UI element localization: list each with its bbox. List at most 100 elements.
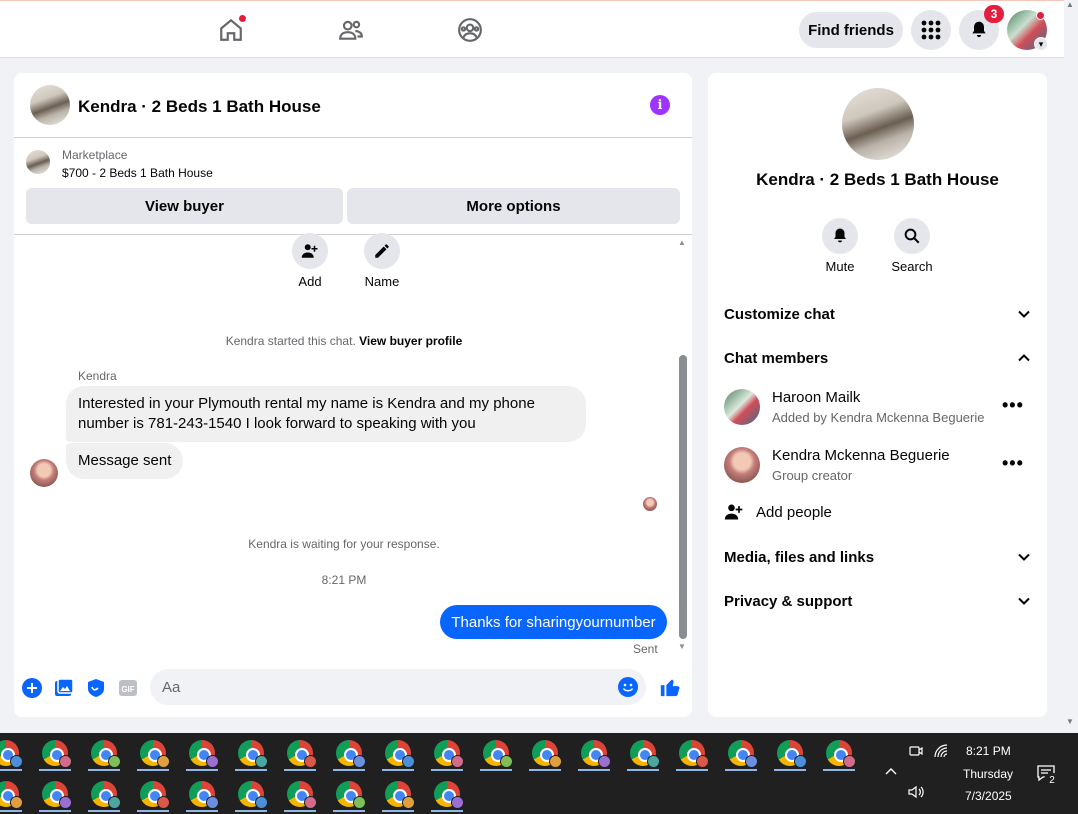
mute-label: Mute — [825, 259, 855, 274]
member-name[interactable]: Haroon Mailk — [772, 389, 860, 406]
chrome-profile-icon[interactable] — [133, 735, 173, 771]
chevron-up-icon[interactable] — [884, 765, 898, 782]
info-icon[interactable]: i — [650, 95, 670, 115]
view-buyer-profile-link[interactable]: View buyer profile — [359, 334, 462, 348]
divider — [14, 234, 692, 235]
chrome-profile-icon[interactable] — [525, 735, 565, 771]
wifi-icon[interactable] — [933, 743, 949, 762]
chrome-profile-icon[interactable] — [280, 776, 320, 812]
media-files-links-label: Media, files and links — [724, 548, 875, 566]
page-scroll-down-arrow[interactable]: ▼ — [1066, 717, 1074, 726]
chrome-profile-icon[interactable] — [329, 776, 369, 812]
svg-text:GIF: GIF — [121, 685, 134, 694]
chrome-profile-icon[interactable] — [133, 776, 173, 812]
more-horizontal-icon[interactable]: ••• — [1002, 453, 1024, 474]
chrome-profile-icon[interactable] — [0, 776, 26, 812]
add-person-icon — [724, 504, 743, 520]
clock-day[interactable]: Thursday — [963, 767, 1013, 781]
privacy-support-row[interactable]: Privacy & support — [724, 589, 1031, 613]
listing-thumbnail[interactable] — [26, 150, 50, 174]
chrome-profile-icon[interactable] — [0, 735, 26, 771]
plus-circle-icon[interactable] — [21, 677, 43, 699]
chrome-profile-icon[interactable] — [574, 735, 614, 771]
chrome-profile-icon[interactable] — [427, 735, 467, 771]
chrome-profile-icon[interactable] — [721, 735, 761, 771]
find-friends-button[interactable]: Find friends — [799, 12, 903, 48]
message-composer[interactable] — [150, 669, 646, 705]
menu-grid-icon[interactable] — [911, 10, 951, 50]
chat-scroll-down-arrow[interactable]: ▼ — [678, 642, 686, 651]
page-scroll-up-arrow[interactable]: ▲ — [1066, 0, 1074, 9]
chrome-profile-icon[interactable] — [378, 776, 418, 812]
chrome-profile-icon[interactable] — [378, 735, 418, 771]
view-buyer-button[interactable]: View buyer — [26, 188, 343, 224]
read-receipt-avatar — [643, 497, 657, 511]
chevron-down-icon — [1018, 553, 1030, 561]
incoming-message-bubble[interactable]: Interested in your Plymouth rental my na… — [66, 386, 586, 442]
member-name[interactable]: Kendra Mckenna Beguerie — [772, 447, 950, 464]
waiting-notice: Kendra is waiting for your response. — [248, 537, 440, 551]
member-avatar[interactable] — [724, 447, 760, 483]
customize-chat-row[interactable]: Customize chat — [724, 302, 1031, 326]
member-subtitle: Added by Kendra Mckenna Beguerie — [772, 410, 985, 425]
chat-started-text: Kendra started this chat. — [225, 334, 356, 348]
home-notification-dot — [238, 14, 247, 23]
chrome-profile-icon[interactable] — [84, 735, 124, 771]
sticker-icon[interactable] — [85, 677, 107, 699]
top-navigation-bar: Find friends 3 ▾ — [0, 0, 1064, 58]
camera-icon[interactable] — [908, 743, 924, 762]
chat-scroll-up-arrow[interactable]: ▲ — [678, 238, 686, 247]
add-action-label: Add — [298, 274, 322, 289]
chrome-profile-icon[interactable] — [84, 776, 124, 812]
sender-avatar[interactable] — [30, 459, 58, 487]
chrome-profile-icon[interactable] — [231, 776, 271, 812]
media-files-links-row[interactable]: Media, files and links — [724, 545, 1031, 569]
add-people-row[interactable]: Add people — [724, 502, 832, 522]
chrome-profile-icon[interactable] — [35, 735, 75, 771]
chat-avatar[interactable] — [30, 85, 70, 125]
chat-started-notice: Kendra started this chat. View buyer pro… — [14, 334, 674, 348]
chrome-profile-icon[interactable] — [182, 735, 222, 771]
chat-scrollbar-thumb[interactable] — [679, 355, 687, 639]
chrome-profile-icon[interactable] — [476, 735, 516, 771]
chrome-profile-icon[interactable] — [819, 735, 859, 771]
clock-time[interactable]: 8:21 PM — [966, 744, 1011, 758]
listing-price-title[interactable]: $700 - 2 Beds 1 Bath House — [62, 166, 213, 180]
chrome-profile-icon[interactable] — [427, 776, 467, 812]
incoming-message-bubble-2[interactable]: Message sent — [66, 443, 184, 479]
bell-icon[interactable] — [822, 218, 858, 254]
groups-icon[interactable] — [455, 15, 485, 45]
emoji-icon[interactable] — [618, 677, 638, 697]
chrome-profile-icon[interactable] — [182, 776, 222, 812]
chrome-profile-icon[interactable] — [672, 735, 712, 771]
chat-members-row[interactable]: Chat members — [724, 346, 1031, 370]
message-input[interactable] — [162, 669, 602, 705]
chrome-profile-icon[interactable] — [280, 735, 320, 771]
marketplace-label: Marketplace — [62, 148, 128, 162]
more-options-button[interactable]: More options — [347, 188, 680, 224]
more-horizontal-icon[interactable]: ••• — [1002, 395, 1024, 416]
photo-icon[interactable] — [53, 677, 75, 699]
chrome-profile-icon[interactable] — [231, 735, 271, 771]
chat-info-avatar[interactable] — [842, 88, 914, 160]
chrome-profile-icon[interactable] — [329, 735, 369, 771]
chevron-down-icon[interactable]: ▾ — [1034, 37, 1048, 51]
sender-name: Kendra — [78, 369, 117, 383]
pencil-icon[interactable] — [364, 233, 400, 269]
member-avatar[interactable] — [724, 389, 760, 425]
chrome-profile-icon[interactable] — [770, 735, 810, 771]
chrome-profile-icon[interactable] — [35, 776, 75, 812]
member-subtitle: Group creator — [772, 468, 853, 483]
chrome-profile-icon[interactable] — [623, 735, 663, 771]
thumbs-up-icon[interactable] — [658, 675, 682, 699]
speaker-icon[interactable] — [907, 784, 925, 803]
chat-title[interactable]: Kendra · 2 Beds 1 Bath House — [78, 97, 321, 117]
search-icon[interactable] — [894, 218, 930, 254]
add-person-icon[interactable] — [292, 233, 328, 269]
sent-status: Sent — [633, 642, 658, 656]
gif-icon[interactable]: GIF — [117, 677, 139, 699]
clock-date[interactable]: 7/3/2025 — [965, 789, 1012, 803]
outgoing-message-bubble[interactable]: Thanks for sharingyournumber — [440, 605, 667, 639]
friends-icon[interactable] — [336, 15, 366, 45]
home-icon[interactable] — [216, 14, 247, 45]
